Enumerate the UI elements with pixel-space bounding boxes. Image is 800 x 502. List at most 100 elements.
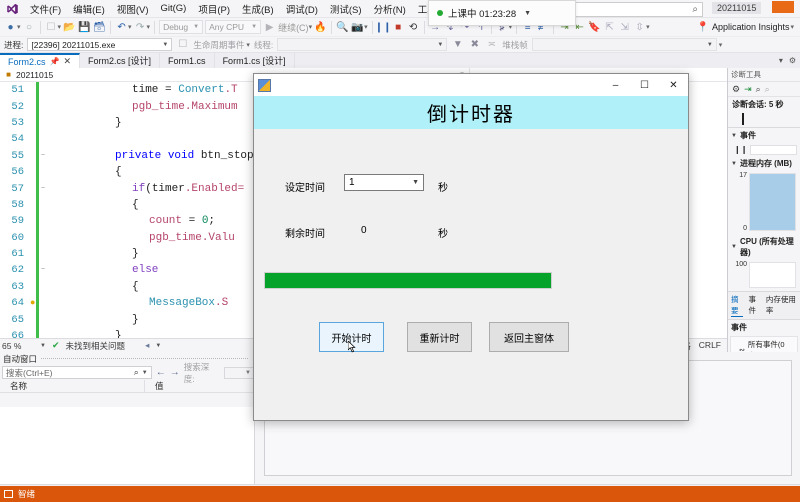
continue-button-label[interactable]: 继续(C) [278, 21, 309, 34]
return-main-form-button[interactable]: 返回主窗体 [489, 322, 569, 352]
search-next-icon[interactable]: → [170, 367, 180, 378]
diag-events-section[interactable]: ▼ 事件 [728, 128, 800, 143]
stop-debugging-icon[interactable]: ■ [392, 20, 405, 34]
menu-debug[interactable]: 调试(D) [280, 0, 324, 18]
memory-series-area [750, 174, 795, 230]
redo-icon[interactable]: ↷ [134, 20, 147, 34]
filter-icon[interactable]: ▼ [451, 38, 464, 52]
hot-reload-icon[interactable]: 🔥 [314, 20, 327, 34]
tab-list-dropdown-icon[interactable]: ▾ [779, 56, 783, 65]
tab-form1-cs[interactable]: Form1.cs [160, 53, 215, 68]
diag-tab-events[interactable]: 事件 [748, 294, 760, 317]
chevron-down-icon[interactable]: ▾ [790, 23, 794, 31]
code-line-text: { [132, 198, 139, 211]
stack-frame-icon[interactable]: ≍ [485, 38, 498, 52]
overflow-icon[interactable]: ▾ [719, 41, 723, 49]
search-prev-icon[interactable]: ← [156, 367, 166, 378]
pin-icon[interactable]: 📌 [50, 57, 60, 66]
prev-bookmark-icon[interactable]: ⇱ [603, 20, 616, 34]
export-icon[interactable]: ⇥ [744, 84, 752, 95]
undo-dropdown-icon[interactable]: ▾ [128, 23, 132, 31]
undo-icon[interactable]: ↶ [115, 20, 128, 34]
zoom-level-combo[interactable]: 65 % ▼ [2, 341, 46, 351]
chevron-down-icon[interactable]: ▼ [142, 370, 148, 376]
change-bar [36, 229, 39, 246]
chevron-down-icon[interactable]: ▼ [155, 343, 161, 349]
menu-analyze[interactable]: 分析(N) [368, 0, 412, 18]
zoom-out-icon[interactable]: ⌕ [765, 84, 770, 95]
autos-grid-body[interactable] [0, 407, 254, 484]
save-all-icon[interactable]: 🗃 [93, 20, 106, 34]
outline-margin[interactable]: − [39, 266, 47, 274]
menu-project[interactable]: 项目(P) [192, 0, 236, 18]
bookmark-dropdown-icon[interactable]: ▾ [646, 23, 650, 31]
solution-configuration-combo[interactable]: Debug ▼ [159, 20, 204, 34]
clear-bookmarks-icon[interactable]: ⇳ [633, 20, 646, 34]
screenshot-dropdown-icon[interactable]: ▾ [364, 23, 368, 31]
settings-gear-icon[interactable]: ⚙ [732, 84, 740, 95]
diag-tab-summary[interactable]: 摘要 [731, 294, 744, 317]
dialog-minimize-button[interactable]: – [601, 74, 630, 96]
window-minimize-highlight[interactable] [772, 1, 794, 13]
countdown-timer-dialog[interactable]: – ☐ ✕ 倒计时器 设定时间 1 ▼ 秒 剩余时间 0 秒 开始计时 重新计时… [253, 73, 689, 421]
close-icon[interactable]: ✕ [63, 56, 71, 67]
redo-dropdown-icon[interactable]: ▾ [147, 23, 151, 31]
set-time-dropdown[interactable]: 1 ▼ [344, 174, 424, 191]
menu-view[interactable]: 视图(V) [111, 0, 155, 18]
save-icon[interactable]: 💾 [78, 20, 91, 34]
live-visual-tree-icon[interactable]: 🔍 [336, 20, 349, 34]
tab-form2-cs-design[interactable]: Form2.cs [设计] [80, 53, 161, 68]
menu-test[interactable]: 测试(S) [324, 0, 368, 18]
continue-play-icon[interactable]: ▶ [263, 20, 276, 34]
restart-timer-button[interactable]: 重新计时 [407, 322, 472, 352]
dialog-title-bar[interactable]: – ☐ ✕ [254, 74, 688, 96]
thread-combo[interactable]: ▼ [277, 38, 448, 51]
tab-settings-icon[interactable]: ⚙ [789, 56, 796, 65]
tab-form2-cs[interactable]: Form2.cs 📌 ✕ [0, 53, 81, 68]
lesson-status-popup[interactable]: 上课中 01:23:28 ▼ [428, 0, 576, 26]
break-all-icon[interactable]: ❙❙ [375, 20, 392, 34]
process-combo[interactable]: [22396] 20211015.exe ▼ [27, 38, 173, 51]
autos-search-input[interactable]: 搜索(Ctrl+E) ⌕ ▼ [2, 366, 152, 379]
application-insights-button[interactable]: 📍 Application Insights ▾ [696, 22, 794, 33]
continue-dropdown-icon[interactable]: ▾ [309, 23, 313, 31]
change-bar [36, 98, 39, 115]
open-file-icon[interactable]: 📂 [63, 20, 76, 34]
outline-margin[interactable]: − [39, 152, 47, 160]
outline-margin[interactable]: − [39, 185, 47, 193]
taskbar-app-icon[interactable] [4, 490, 13, 498]
forward-navigate-icon[interactable]: ○ [23, 20, 36, 34]
search-depth-combo[interactable]: ▼ [224, 366, 254, 379]
screenshot-icon[interactable]: 📷 [351, 20, 364, 34]
issues-status-label[interactable]: 未找到相关问题 [66, 340, 126, 352]
diag-memory-section[interactable]: ▼ 进程内存 (MB) [728, 156, 800, 171]
menu-git[interactable]: Git(G) [154, 1, 192, 16]
new-project-dropdown-icon[interactable]: ▾ [58, 23, 62, 31]
clear-filter-icon[interactable]: ✖ [468, 38, 481, 52]
chevron-down-icon: ▼ [162, 41, 169, 48]
diagnostic-timeline-ruler[interactable] [728, 112, 800, 128]
bookmark-icon[interactable]: 🔖 [588, 20, 601, 34]
diag-cpu-section[interactable]: ▼ CPU (所有处理器) [728, 234, 800, 260]
chevron-down-icon[interactable]: ▼ [524, 10, 531, 17]
stack-frame-combo[interactable]: ▼ [531, 38, 717, 51]
tab-form1-cs-design[interactable]: Form1.cs [设计] [214, 53, 295, 68]
zoom-in-icon[interactable]: ⌕ [756, 84, 761, 95]
lifecycle-dropdown-icon[interactable]: ▾ [246, 41, 250, 49]
next-bookmark-icon[interactable]: ⇲ [618, 20, 631, 34]
taskbar-app-label[interactable]: 智绪 [18, 488, 35, 500]
menu-file[interactable]: 文件(F) [24, 0, 67, 18]
restart-debugging-icon[interactable]: ⟲ [407, 20, 420, 34]
diag-tab-memory[interactable]: 内存使用率 [766, 294, 797, 317]
back-dropdown-icon[interactable]: ▾ [17, 23, 21, 31]
menu-build[interactable]: 生成(B) [236, 0, 280, 18]
issue-filter-icon[interactable]: ◂ [145, 340, 149, 351]
new-project-icon[interactable]: ☐ [45, 20, 58, 34]
dialog-maximize-button[interactable]: ☐ [630, 74, 659, 96]
lifecycle-events-label[interactable]: 生命周期事件 [193, 39, 244, 51]
dialog-close-button[interactable]: ✕ [659, 74, 688, 96]
menu-edit[interactable]: 编辑(E) [67, 0, 111, 18]
back-navigate-icon[interactable]: ● [4, 20, 17, 34]
lifecycle-events-icon[interactable]: ☐ [176, 38, 189, 52]
solution-platform-combo[interactable]: Any CPU ▼ [205, 20, 262, 34]
